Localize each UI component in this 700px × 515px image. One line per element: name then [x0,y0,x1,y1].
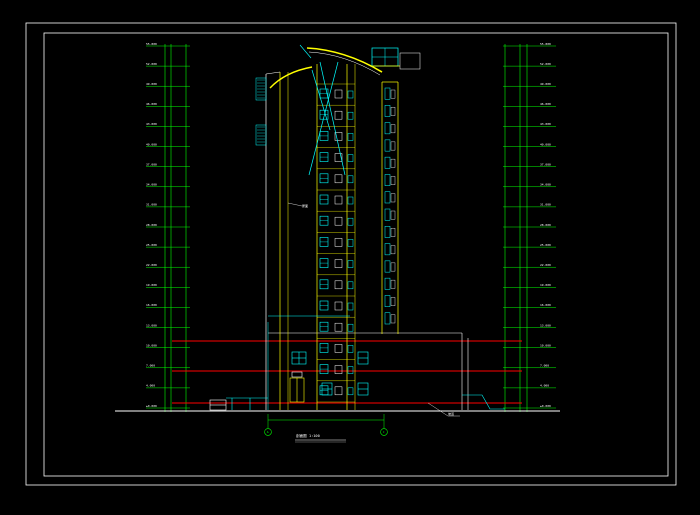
right-level-label: 49.000 [540,82,551,86]
right-level-label: 40.000 [540,142,551,146]
left-level-label: 37.000 [146,162,157,166]
right-level-label: 13.000 [540,323,551,327]
callout-ramp: 坡道 [448,411,454,416]
right-level-label: 4.000 [540,384,549,388]
left-level-label: 46.000 [146,102,157,106]
right-level-label: 46.000 [540,102,551,106]
axis-label-a: A [267,430,269,434]
callout-roof: 屋面 [302,203,308,208]
left-level-label: 13.000 [146,323,157,327]
right-level-label: 52.000 [540,62,551,66]
axis-label-c: C [383,430,385,434]
left-level-label: 55.800 [146,42,157,46]
left-level-label: 4.000 [146,384,155,388]
right-level-label: 37.000 [540,162,551,166]
left-level-label: 52.000 [146,62,157,66]
left-level-label: 19.000 [146,283,157,287]
left-level-label: 10.000 [146,343,157,347]
cad-section-drawing: 55.800 52.000 49.000 46.000 43.000 40.000 37.0… [0,0,700,515]
right-level-label: 22.000 [540,263,551,267]
left-level-label: ±0.000 [146,404,157,408]
right-level-label: 34.000 [540,183,551,187]
drawing-title: 剖面图 1:100 [296,433,320,438]
right-level-label: 28.000 [540,223,551,227]
right-level-label: 19.000 [540,283,551,287]
left-level-label: 7.000 [146,364,155,368]
left-level-label: 22.000 [146,263,157,267]
left-level-label: 25.000 [146,243,157,247]
right-level-label: 55.800 [540,42,551,46]
left-level-label: 40.000 [146,142,157,146]
right-level-label: 31.000 [540,203,551,207]
left-level-label: 31.000 [146,203,157,207]
left-level-label: 16.000 [146,303,157,307]
right-level-label: 43.000 [540,122,551,126]
right-level-label: 16.000 [540,303,551,307]
left-level-label: 34.000 [146,183,157,187]
right-level-label: 25.000 [540,243,551,247]
right-level-label: ±0.000 [540,404,551,408]
left-level-label: 28.000 [146,223,157,227]
right-level-label: 7.000 [540,364,549,368]
left-level-label: 49.000 [146,82,157,86]
right-level-label: 10.000 [540,343,551,347]
left-level-label: 43.000 [146,122,157,126]
canvas-background [0,0,700,515]
